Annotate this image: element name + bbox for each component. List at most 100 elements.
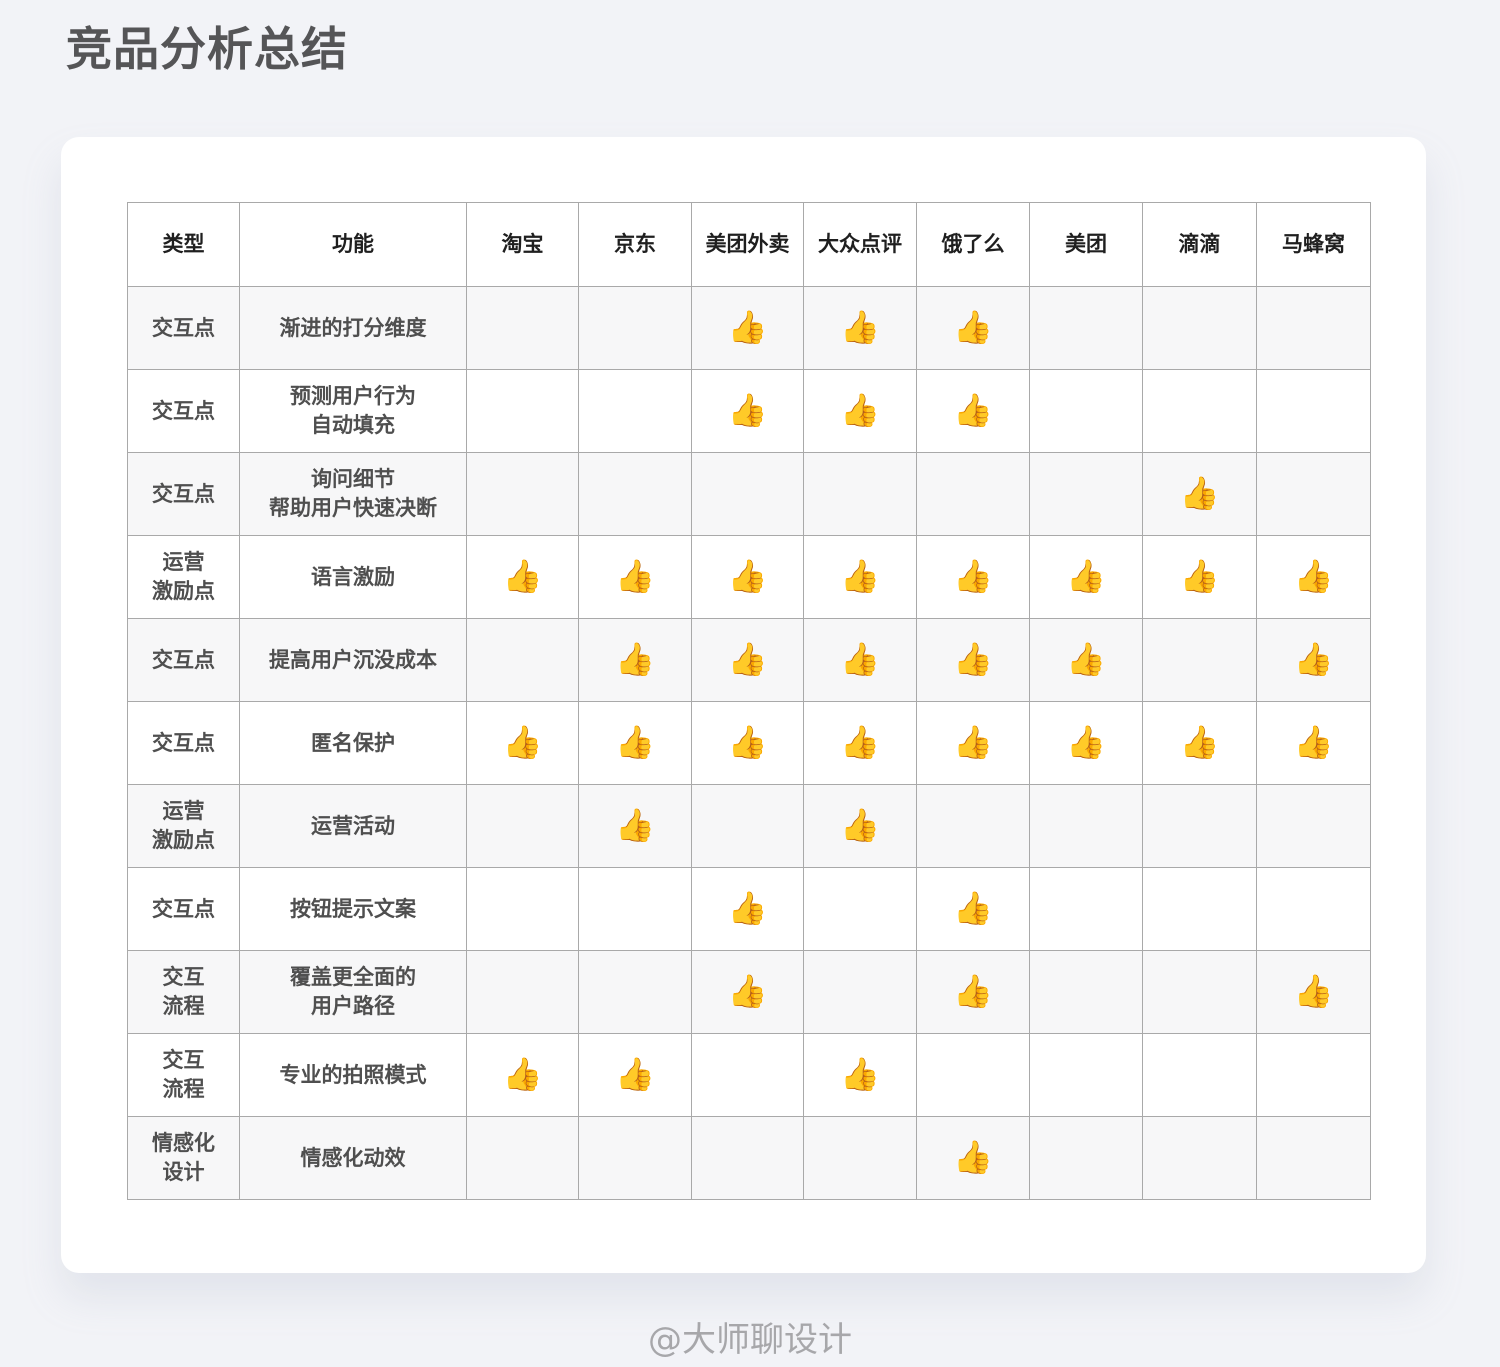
- feature-cell: 询问细节 帮助用户快速决断: [239, 452, 467, 536]
- type-cell: 情感化 设计: [127, 1116, 240, 1200]
- thumbs-up-icon: 👍: [727, 639, 768, 678]
- mark-cell: 👍: [803, 784, 917, 868]
- mark-cell: [1029, 867, 1143, 951]
- mark-cell: 👍: [916, 369, 1030, 453]
- table-row: 运营 激励点 语言激励 👍 👍 👍 👍 👍 👍 👍 👍: [127, 535, 1371, 619]
- thumbs-up-icon: 👍: [727, 556, 768, 595]
- mark-cell: [691, 1033, 804, 1117]
- mark-cell: [1256, 369, 1371, 453]
- thumbs-up-icon: 👍: [1293, 971, 1334, 1010]
- thumbs-up-icon: 👍: [1293, 556, 1334, 595]
- column-header: 大众点评: [803, 202, 917, 287]
- mark-cell: 👍: [691, 701, 804, 785]
- thumbs-up-icon: 👍: [502, 556, 543, 595]
- type-cell: 交互 流程: [127, 950, 240, 1034]
- mark-cell: 👍: [1142, 701, 1257, 785]
- thumbs-up-icon: 👍: [840, 805, 880, 844]
- thumbs-up-icon: 👍: [840, 390, 880, 429]
- feature-cell: 语言激励: [239, 535, 467, 619]
- mark-cell: 👍: [578, 1033, 692, 1117]
- mark-cell: 👍: [691, 618, 804, 702]
- feature-cell: 按钮提示文案: [239, 867, 467, 951]
- feature-cell: 提高用户沉没成本: [239, 618, 467, 702]
- table-row: 交互点 匿名保护 👍 👍 👍 👍 👍 👍 👍 👍: [127, 701, 1371, 785]
- mark-cell: [1256, 1116, 1371, 1200]
- mark-cell: [466, 867, 579, 951]
- thumbs-up-icon: 👍: [615, 722, 655, 761]
- mark-cell: [1256, 452, 1371, 536]
- thumbs-up-icon: 👍: [615, 1054, 655, 1093]
- table-row: 运营 激励点 运营活动 👍 👍: [127, 784, 1371, 868]
- type-cell: 运营 激励点: [127, 535, 240, 619]
- mark-cell: 👍: [1256, 535, 1371, 619]
- mark-cell: 👍: [1256, 950, 1371, 1034]
- mark-cell: [1029, 286, 1143, 370]
- column-header: 饿了么: [916, 202, 1030, 287]
- mark-cell: [1256, 286, 1371, 370]
- thumbs-up-icon: 👍: [1179, 722, 1220, 761]
- mark-cell: [1142, 867, 1257, 951]
- mark-cell: 👍: [578, 784, 692, 868]
- mark-cell: 👍: [578, 535, 692, 619]
- mark-cell: [1029, 452, 1143, 536]
- thumbs-up-icon: 👍: [1179, 473, 1220, 512]
- thumbs-up-icon: 👍: [953, 307, 993, 346]
- mark-cell: [916, 1033, 1030, 1117]
- column-header: 美团: [1029, 202, 1143, 287]
- thumbs-up-icon: 👍: [1293, 639, 1334, 678]
- mark-cell: [1142, 950, 1257, 1034]
- column-header: 美团外卖: [691, 202, 804, 287]
- type-cell: 交互点: [127, 867, 240, 951]
- mark-cell: [803, 867, 917, 951]
- mark-cell: 👍: [803, 535, 917, 619]
- thumbs-up-icon: 👍: [953, 556, 993, 595]
- mark-cell: [803, 950, 917, 1034]
- thumbs-up-icon: 👍: [1066, 722, 1106, 761]
- table-row: 交互点 预测用户行为 自动填充 👍 👍 👍: [127, 369, 1371, 453]
- feature-cell: 运营活动: [239, 784, 467, 868]
- thumbs-up-icon: 👍: [953, 888, 993, 927]
- thumbs-up-icon: 👍: [1179, 556, 1220, 595]
- mark-cell: [916, 784, 1030, 868]
- feature-cell: 专业的拍照模式: [239, 1033, 467, 1117]
- mark-cell: [578, 867, 692, 951]
- mark-cell: 👍: [691, 369, 804, 453]
- mark-cell: [1029, 1033, 1143, 1117]
- mark-cell: [1256, 867, 1371, 951]
- mark-cell: 👍: [803, 286, 917, 370]
- thumbs-up-icon: 👍: [502, 722, 543, 761]
- thumbs-up-icon: 👍: [1293, 722, 1334, 761]
- mark-cell: [1142, 784, 1257, 868]
- mark-cell: 👍: [578, 701, 692, 785]
- mark-cell: 👍: [1029, 535, 1143, 619]
- table-row: 交互点 提高用户沉没成本 👍 👍 👍 👍 👍 👍: [127, 618, 1371, 702]
- mark-cell: [1142, 286, 1257, 370]
- thumbs-up-icon: 👍: [727, 888, 768, 927]
- mark-cell: [691, 452, 804, 536]
- feature-cell: 情感化动效: [239, 1116, 467, 1200]
- mark-cell: 👍: [691, 535, 804, 619]
- mark-cell: [916, 452, 1030, 536]
- mark-cell: 👍: [1142, 535, 1257, 619]
- mark-cell: 👍: [916, 950, 1030, 1034]
- thumbs-up-icon: 👍: [840, 307, 880, 346]
- mark-cell: [466, 784, 579, 868]
- table-row: 交互 流程 专业的拍照模式 👍 👍 👍: [127, 1033, 1371, 1117]
- competitor-comparison-table: 类型 功能 淘宝 京东 美团外卖 大众点评 饿了么 美团 滴滴 马蜂窝 交互点 渐进的打分维度 👍 👍 👍…: [127, 202, 1371, 1200]
- mark-cell: 👍: [916, 286, 1030, 370]
- thumbs-up-icon: 👍: [1066, 556, 1106, 595]
- thumbs-up-icon: 👍: [615, 805, 655, 844]
- mark-cell: [1142, 618, 1257, 702]
- thumbs-up-icon: 👍: [1066, 639, 1106, 678]
- mark-cell: [1256, 784, 1371, 868]
- mark-cell: 👍: [916, 701, 1030, 785]
- mark-cell: [803, 1116, 917, 1200]
- thumbs-up-icon: 👍: [840, 639, 880, 678]
- type-cell: 交互 流程: [127, 1033, 240, 1117]
- type-cell: 运营 激励点: [127, 784, 240, 868]
- table-row: 交互点 渐进的打分维度 👍 👍 👍: [127, 286, 1371, 370]
- column-header: 滴滴: [1142, 202, 1257, 287]
- type-cell: 交互点: [127, 286, 240, 370]
- mark-cell: [1256, 1033, 1371, 1117]
- mark-cell: [466, 452, 579, 536]
